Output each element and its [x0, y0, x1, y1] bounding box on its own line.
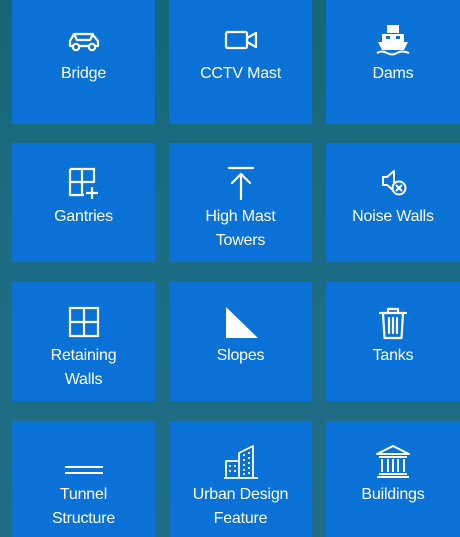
tile-gantries[interactable]: Gantries: [12, 143, 155, 262]
tile-tunnel-structure[interactable]: Tunnel Structure: [12, 421, 155, 537]
arrow-up-icon: [221, 163, 261, 203]
tile-dams[interactable]: Dams: [326, 0, 460, 124]
tile-tanks[interactable]: Tanks: [326, 282, 460, 401]
tile-label: Retaining Walls: [50, 347, 117, 388]
tile-label: Noise Walls: [352, 208, 434, 225]
city-buildings-icon: [221, 441, 261, 481]
tile-label: Tunnel Structure: [51, 486, 116, 527]
double-line-icon: [64, 441, 104, 481]
tile-label: Buildings: [361, 486, 425, 503]
classical-building-icon: [373, 441, 413, 481]
tile-label: Urban Design Feature: [192, 486, 289, 527]
speaker-mute-icon: [373, 163, 413, 203]
tile-urban-design-feature[interactable]: Urban Design Feature: [169, 421, 312, 537]
tile-retaining-walls[interactable]: Retaining Walls: [12, 282, 155, 401]
video-camera-icon: [221, 20, 261, 60]
tile-cctv-mast[interactable]: CCTV Mast: [169, 0, 312, 124]
trash-bin-icon: [373, 302, 413, 342]
triangle-slope-icon: [221, 302, 261, 342]
grid-add-icon: [64, 163, 104, 203]
tile-buildings[interactable]: Buildings: [326, 421, 460, 537]
tile-label: Slopes: [216, 347, 265, 364]
tile-label: High Mast Towers: [205, 208, 276, 249]
tile-noise-walls[interactable]: Noise Walls: [326, 143, 460, 262]
tile-slopes[interactable]: Slopes: [169, 282, 312, 401]
tile-label: Gantries: [54, 208, 113, 225]
car-icon: [64, 20, 104, 60]
tile-label: Bridge: [60, 65, 107, 82]
tile-label: Dams: [372, 65, 414, 82]
asset-category-grid: Bridge CCTV Mast Dams Gantries High Mast…: [0, 0, 460, 537]
tile-label: CCTV Mast: [200, 65, 281, 82]
tile-label: Tanks: [372, 347, 414, 364]
tile-high-mast-towers[interactable]: High Mast Towers: [169, 143, 312, 262]
grid-icon: [64, 302, 104, 342]
tile-bridge[interactable]: Bridge: [12, 0, 155, 124]
ferry-icon: [373, 20, 413, 60]
